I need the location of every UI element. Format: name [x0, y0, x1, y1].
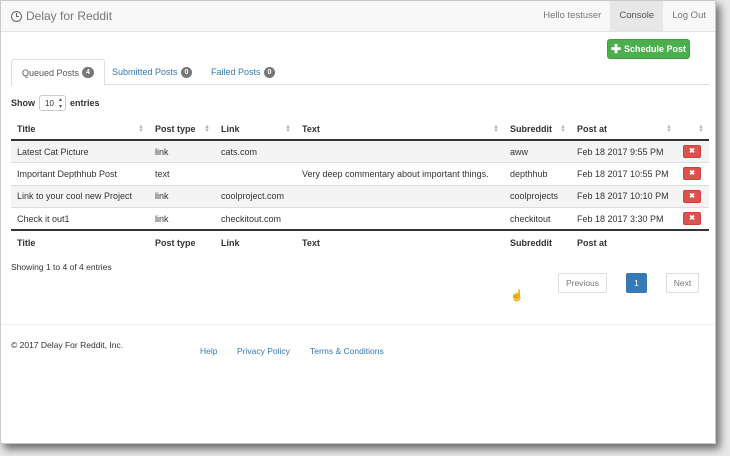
nav-console[interactable]: Console — [610, 1, 664, 31]
cell-subreddit: depthhub — [504, 162, 571, 185]
sort-icon: ▲ ▼ — [204, 124, 210, 134]
footer-header-post-at: Post at — [571, 229, 677, 254]
cell-post-type: link — [149, 184, 215, 208]
tab-label: Failed Posts — [211, 67, 261, 77]
pagination-previous[interactable]: Previous — [558, 273, 607, 293]
cell-link: checkitout.com — [215, 207, 296, 230]
copyright: © 2017 Delay For Reddit, Inc. — [11, 340, 124, 350]
table-header-row: Title ▲ ▼ Post type ▲ ▼ Link ▲ ▼ Text ▲ ▼ Subred… — [11, 118, 709, 141]
cell-subreddit: coolprojects — [504, 184, 571, 208]
footer-link-help[interactable]: Help — [200, 346, 217, 356]
cell-text: Very deep commentary about important thi… — [296, 162, 504, 185]
sort-icon: ▲ ▼ — [138, 124, 144, 134]
select-arrows-icon: ▴ ▾ — [58, 97, 62, 110]
cell-link: coolproject.com — [215, 184, 296, 208]
footer-header-link: Link — [215, 229, 296, 254]
footer-header-actions — [677, 229, 709, 254]
cell-title: Link to your cool new Project — [11, 184, 149, 208]
clock-icon — [11, 10, 22, 22]
sort-icon: ▲ ▼ — [698, 124, 704, 134]
cell-text — [296, 184, 504, 208]
cell-text — [296, 207, 504, 230]
navbar: Delay for Reddit Hello testuser Console … — [1, 1, 715, 32]
cell-title: Check it out1 — [11, 207, 149, 230]
count-badge: 0 — [180, 66, 193, 78]
table-info: Showing 1 to 4 of 4 entries — [11, 262, 112, 272]
plus-icon: ✚ — [610, 42, 622, 56]
cell-title: Latest Cat Picture — [11, 139, 149, 163]
entries-select[interactable]: 10 ▴ ▾ — [39, 95, 66, 111]
brand-name: Delay for Reddit — [26, 9, 113, 23]
delete-post-button[interactable]: ✖ — [683, 212, 701, 225]
entries-length: Show 10 ▴ ▾ entries — [11, 95, 100, 111]
cell-post-at: Feb 18 2017 3:30 PM — [571, 207, 677, 230]
column-header-title[interactable]: Title ▲ ▼ — [11, 118, 149, 141]
pagination-next[interactable]: Next — [666, 273, 699, 293]
footer-header-subreddit: Subreddit — [504, 229, 571, 254]
nav-right: Hello testuser Console Log Out — [534, 1, 715, 31]
queued-posts-table: Title ▲ ▼ Post type ▲ ▼ Link ▲ ▼ Text ▲ ▼ Subred… — [11, 118, 709, 254]
cell-post-at: Feb 18 2017 10:10 PM — [571, 184, 677, 208]
cell-link — [215, 162, 296, 185]
footer-link-terms[interactable]: Terms & Conditions — [310, 346, 384, 356]
brand[interactable]: Delay for Reddit — [11, 9, 112, 23]
sort-icon: ▲ ▼ — [493, 124, 499, 134]
table-footer-row: Title Post type Link Text Subreddit Post… — [11, 229, 709, 254]
table-row: Link to your cool new Project link coolp… — [11, 184, 709, 208]
column-header-subreddit[interactable]: Subreddit ▲ ▼ — [504, 118, 571, 141]
schedule-post-label: Schedule Post — [624, 44, 687, 54]
footer-header-text: Text — [296, 229, 504, 254]
nav-logout[interactable]: Log Out — [663, 1, 715, 31]
table-row: Latest Cat Picture link cats.com aww Feb… — [11, 139, 709, 163]
delete-post-button[interactable]: ✖ — [683, 145, 701, 158]
cell-post-type: text — [149, 162, 215, 185]
count-badge: 4 — [82, 67, 94, 78]
sort-icon: ▲ ▼ — [666, 124, 672, 134]
cell-post-type: link — [149, 139, 215, 163]
cell-link: cats.com — [215, 139, 296, 163]
cell-subreddit: aww — [504, 139, 571, 163]
entries-select-value: 10 — [45, 98, 54, 108]
sort-icon: ▲ ▼ — [560, 124, 566, 134]
tab-submitted-posts[interactable]: Submitted Posts 0 — [102, 59, 202, 85]
user-greeting: Hello testuser — [543, 10, 602, 21]
column-header-text[interactable]: Text ▲ ▼ — [296, 118, 504, 141]
post-tabs: Queued Posts 4 Submitted Posts 0 Failed … — [11, 59, 709, 86]
cell-title: Important Depthhub Post — [11, 162, 149, 185]
show-label: Show — [11, 98, 35, 108]
cell-text — [296, 139, 504, 163]
table-row: Check it out1 link checkitout.com checki… — [11, 207, 709, 230]
hand-cursor-icon: ☝ — [510, 290, 524, 302]
schedule-post-button[interactable]: ✚ Schedule Post — [607, 39, 690, 59]
column-header-post-at[interactable]: Post at ▲ ▼ — [571, 118, 677, 141]
delete-post-button[interactable]: ✖ — [683, 167, 701, 181]
tab-failed-posts[interactable]: Failed Posts 0 — [201, 59, 285, 85]
pagination-page-1[interactable]: 1 — [626, 273, 647, 293]
tab-label: Submitted Posts — [112, 67, 178, 77]
footer-header-title: Title — [11, 229, 149, 254]
delete-post-button[interactable]: ✖ — [683, 189, 701, 203]
column-header-post-type[interactable]: Post type ▲ ▼ — [149, 118, 215, 141]
entries-label: entries — [70, 98, 100, 108]
column-header-actions[interactable]: ▲ ▼ — [677, 118, 709, 141]
app-window: Delay for Reddit Hello testuser Console … — [0, 0, 716, 444]
cell-post-type: link — [149, 207, 215, 230]
footer-link-privacy-policy[interactable]: Privacy Policy — [237, 346, 290, 356]
tab-label: Queued Posts — [22, 67, 80, 78]
cell-post-at: Feb 18 2017 10:55 PM — [571, 162, 677, 185]
tab-queued-posts[interactable]: Queued Posts 4 — [11, 59, 105, 86]
footer-header-post-type: Post type — [149, 229, 215, 254]
cell-subreddit: checkitout — [504, 207, 571, 230]
count-badge: 0 — [263, 66, 276, 78]
footer-divider — [1, 324, 715, 325]
cell-post-at: Feb 18 2017 9:55 PM — [571, 139, 677, 163]
sort-icon: ▲ ▼ — [285, 124, 291, 134]
column-header-link[interactable]: Link ▲ ▼ — [215, 118, 296, 141]
table-row: Important Depthhub Post text Very deep c… — [11, 162, 709, 185]
